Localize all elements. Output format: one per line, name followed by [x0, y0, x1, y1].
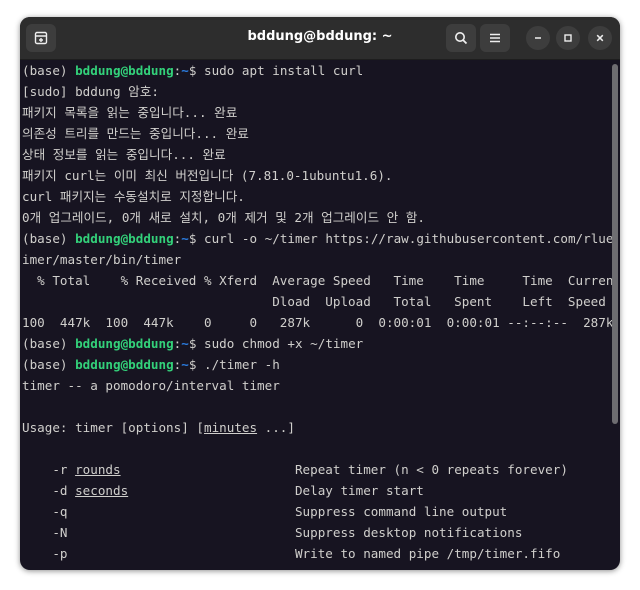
output-line: 의존성 트리를 만드는 중입니다... 완료	[22, 126, 249, 141]
prompt-path: ~	[181, 63, 189, 78]
output-line: % Total % Received % Xferd Average Speed…	[22, 273, 612, 288]
minimize-icon	[535, 37, 541, 39]
option-line: -N Suppress desktop notifications	[22, 525, 523, 540]
prompt-user: bddung@bddung	[75, 336, 174, 351]
output-line: 상태 정보를 읽는 중입니다... 완료	[22, 147, 226, 162]
prompt-path: ~	[181, 231, 189, 246]
output-line: 0개 업그레이드, 0개 새로 설치, 0개 제거 및 2개 업그레이드 안 함…	[22, 210, 425, 225]
prompt-user: bddung@bddung	[75, 63, 174, 78]
prompt-path: ~	[181, 357, 189, 372]
output-line: curl 패키지는 수동설치로 지정합니다.	[22, 189, 245, 204]
maximize-button[interactable]	[556, 26, 580, 50]
menu-button[interactable]	[480, 24, 510, 52]
title-bar: bddung@bddung: ~	[20, 17, 620, 60]
output-line: timer -- a pomodoro/interval timer	[22, 378, 280, 393]
option-line: -d seconds Delay timer start	[22, 483, 424, 498]
search-button[interactable]	[446, 24, 476, 52]
output-line: 패키지 목록을 읽는 중입니다... 완료	[22, 105, 238, 120]
command-line: (base) bddung@bddung:~$ ./timer -h	[22, 357, 280, 372]
scrollbar[interactable]	[612, 64, 618, 424]
maximize-icon	[564, 34, 572, 42]
terminal-output[interactable]: (base) bddung@bddung:~$ sudo apt install…	[20, 60, 612, 570]
prompt-user: bddung@bddung	[75, 231, 174, 246]
terminal-window: bddung@bddung: ~ (base) bddung@bddung:~$…	[20, 17, 620, 570]
output-line: imer/master/bin/timer	[22, 252, 182, 267]
close-button[interactable]	[588, 26, 612, 50]
command-line: (base) bddung@bddung:~$ sudo apt install…	[22, 63, 364, 78]
output-line: [sudo] bddung 암호:	[22, 84, 159, 99]
option-line: -r rounds Repeat timer (n < 0 repeats fo…	[22, 462, 568, 477]
output-line: Dload Upload Total Spent Left Speed	[22, 294, 606, 309]
command-line: (base) bddung@bddung:~$ curl -o ~/timer …	[22, 231, 612, 246]
minimize-button[interactable]	[526, 26, 550, 50]
usage-line: Usage: timer [options] [minutes ...]	[22, 420, 295, 435]
prompt-path: ~	[181, 336, 189, 351]
prompt-user: bddung@bddung	[75, 357, 174, 372]
command-line: (base) bddung@bddung:~$ sudo chmod +x ~/…	[22, 336, 364, 351]
option-line: -q Suppress command line output	[22, 504, 508, 519]
output-line: 패키지 curl는 이미 최신 버전입니다 (7.81.0-1ubuntu1.6…	[22, 168, 393, 183]
search-icon	[455, 32, 468, 45]
hamburger-menu-icon	[490, 33, 500, 43]
output-line: 100 447k 100 447k 0 0 287k 0 0:00:01 0:0…	[22, 315, 612, 330]
close-icon	[596, 34, 604, 42]
option-line: -p Write to named pipe /tmp/timer.fifo	[22, 546, 561, 561]
